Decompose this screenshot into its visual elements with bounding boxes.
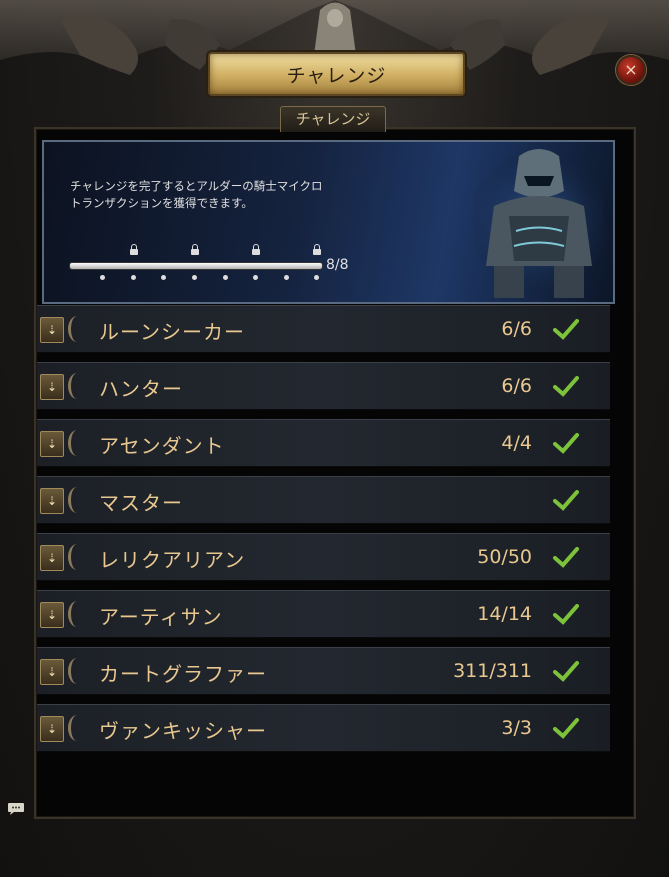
progress-tick	[161, 275, 166, 280]
check-icon	[553, 490, 579, 511]
window-title-plate: チャレンジ	[208, 52, 465, 96]
challenge-name: ハンター	[99, 377, 183, 401]
close-icon: ×	[624, 60, 638, 79]
check-icon	[553, 433, 579, 454]
expand-icon[interactable]: ⇣	[40, 431, 64, 457]
challenge-count: 6/6	[501, 375, 532, 397]
crescent-ornament	[68, 316, 86, 342]
progress-tick	[100, 275, 105, 280]
expand-icon[interactable]: ⇣	[40, 374, 64, 400]
lock-icon	[129, 244, 139, 256]
chat-icon[interactable]	[7, 802, 25, 816]
challenge-name: マスター	[99, 491, 183, 515]
challenge-row-ascendant[interactable]: ⇣ アセンダント 4/4	[37, 419, 610, 467]
check-icon	[553, 718, 579, 739]
challenge-count: 50/50	[477, 546, 532, 568]
crescent-ornament	[68, 601, 86, 627]
challenge-row-hunter[interactable]: ⇣ ハンター 6/6	[37, 362, 610, 410]
crescent-ornament	[68, 658, 86, 684]
challenge-count: 6/6	[501, 318, 532, 340]
close-button[interactable]: ×	[616, 55, 646, 85]
reward-progress-bar	[69, 262, 323, 270]
progress-tick	[284, 275, 289, 280]
lock-icon	[251, 244, 261, 256]
tab-challenges[interactable]: チャレンジ	[280, 106, 386, 132]
progress-tick	[253, 275, 258, 280]
challenge-row-master[interactable]: ⇣ マスター	[37, 476, 610, 524]
expand-icon[interactable]: ⇣	[40, 602, 64, 628]
expand-icon[interactable]: ⇣	[40, 317, 64, 343]
challenge-name: レリクアリアン	[99, 548, 246, 572]
reward-banner: チャレンジを完了するとアルダーの騎士マイクロトランザクションを獲得できます。 8…	[42, 140, 615, 304]
window-title: チャレンジ	[286, 64, 387, 87]
check-icon	[553, 376, 579, 397]
challenge-count: 311/311	[453, 660, 532, 682]
challenge-count: 14/14	[477, 603, 532, 625]
reward-progress-fill	[70, 263, 322, 269]
challenge-name: アーティサン	[99, 605, 223, 629]
crescent-ornament	[68, 430, 86, 456]
challenge-name: アセンダント	[99, 434, 225, 458]
progress-tick	[131, 275, 136, 280]
challenge-row-cartographer[interactable]: ⇣ カートグラファー 311/311	[37, 647, 610, 695]
challenge-name: ヴァンキッシャー	[99, 719, 267, 743]
banner-description: チャレンジを完了するとアルダーの騎士マイクロトランザクションを獲得できます。	[70, 179, 323, 210]
challenge-name: カートグラファー	[99, 662, 267, 686]
challenge-count: 4/4	[501, 432, 532, 454]
check-icon	[553, 661, 579, 682]
crescent-ornament	[68, 544, 86, 570]
lock-icon	[190, 244, 200, 256]
challenge-row-runeseeker[interactable]: ⇣ ルーンシーカー 6/6	[37, 305, 610, 353]
reward-progress-label: 8/8	[326, 257, 349, 273]
challenge-row-artisan[interactable]: ⇣ アーティサン 14/14	[37, 590, 610, 638]
knight-armor-image	[474, 149, 604, 298]
challenge-list: ⇣ ルーンシーカー 6/6 ⇣ ハンター 6/6 ⇣ アセンダント 4/4 ⇣ …	[37, 305, 610, 761]
crescent-ornament	[68, 487, 86, 513]
crescent-ornament	[68, 715, 86, 741]
lock-icon	[312, 244, 322, 256]
expand-icon[interactable]: ⇣	[40, 659, 64, 685]
challenge-row-vanquisher[interactable]: ⇣ ヴァンキッシャー 3/3	[37, 704, 610, 752]
progress-tick	[223, 275, 228, 280]
crescent-ornament	[68, 373, 86, 399]
expand-icon[interactable]: ⇣	[40, 488, 64, 514]
check-icon	[553, 547, 579, 568]
expand-icon[interactable]: ⇣	[40, 545, 64, 571]
progress-tick	[192, 275, 197, 280]
challenge-name: ルーンシーカー	[99, 320, 245, 344]
check-icon	[553, 604, 579, 625]
challenge-row-reliquarian[interactable]: ⇣ レリクアリアン 50/50	[37, 533, 610, 581]
check-icon	[553, 319, 579, 340]
challenge-count: 3/3	[501, 717, 532, 739]
challenge-window: チャレンジ × チャレンジ チャレンジを完了するとアルダーの騎士マイクロトランザ…	[0, 0, 669, 877]
expand-icon[interactable]: ⇣	[40, 716, 64, 742]
progress-tick	[314, 275, 319, 280]
